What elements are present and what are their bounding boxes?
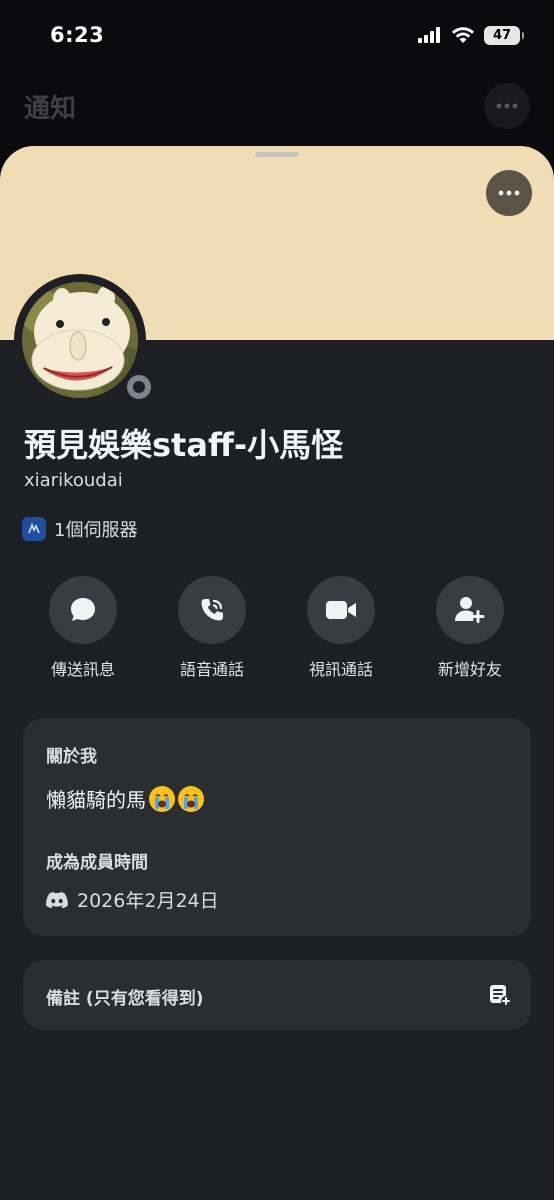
avatar-container[interactable]	[14, 274, 156, 406]
about-me-heading: 關於我	[46, 747, 97, 767]
profile-more-button[interactable]	[486, 170, 532, 216]
member-since-date: 2026年2月24日	[77, 890, 219, 912]
background-more-button[interactable]	[484, 83, 530, 129]
voice-call-circle[interactable]	[178, 576, 246, 644]
note-label: 備註 (只有您看得到)	[46, 989, 204, 1009]
add-friend-icon	[455, 597, 485, 623]
avatar	[22, 282, 138, 398]
discord-logo-icon	[46, 891, 68, 908]
battery-indicator: 47	[484, 25, 524, 45]
member-since-row: 2026年2月24日	[46, 886, 219, 913]
phone-call-icon	[201, 599, 223, 621]
chat-bubble-icon	[71, 598, 95, 621]
add-friend-circle[interactable]	[436, 576, 504, 644]
video-call-label: 視訊通話	[308, 660, 373, 679]
wifi-icon	[452, 27, 474, 43]
username[interactable]: xiarikoudai	[24, 470, 123, 491]
member-since-heading: 成為成員時間	[46, 853, 148, 873]
video-camera-icon	[326, 601, 356, 619]
send-message-circle[interactable]	[49, 576, 117, 644]
add-friend-button[interactable]: 新增好友	[415, 576, 525, 680]
add-friend-label: 新增好友	[437, 660, 502, 679]
more-dots-icon	[496, 103, 518, 109]
note-card[interactable]: 備註 (只有您看得到)	[23, 960, 531, 1030]
send-message-label: 傳送訊息	[50, 660, 115, 679]
video-call-circle[interactable]	[307, 576, 375, 644]
background-title: 通知	[24, 93, 77, 124]
status-icons: 47	[418, 25, 524, 45]
send-message-button[interactable]: 傳送訊息	[28, 576, 138, 680]
background-header: 通知	[0, 80, 554, 132]
voice-call-label: 語音通話	[179, 660, 244, 679]
cellular-signal-icon	[418, 27, 440, 43]
crying-face-emoji-icon	[178, 785, 204, 812]
more-dots-icon	[498, 190, 520, 196]
mutual-servers[interactable]: 1個伺服器	[22, 516, 137, 542]
server-icon	[22, 517, 46, 541]
battery-level: 47	[492, 27, 512, 43]
mutual-servers-label: 1個伺服器	[54, 520, 138, 541]
about-me-card: 關於我 懶貓騎的馬 成為成員時間 2026年2月24日	[23, 718, 531, 936]
video-call-button[interactable]: 視訊通話	[286, 576, 396, 680]
crying-face-emoji-icon	[149, 785, 175, 812]
about-me-text: 懶貓騎的馬	[46, 788, 146, 812]
offline-status-indicator	[122, 370, 156, 404]
add-note-icon[interactable]	[489, 984, 511, 1010]
about-me-text-row: 懶貓騎的馬	[46, 784, 204, 813]
drag-handle[interactable]	[255, 152, 299, 157]
voice-call-button[interactable]: 語音通話	[157, 576, 267, 680]
display-name: 預見娛樂staff-小馬怪	[24, 426, 344, 464]
action-row: 傳送訊息 語音通話 視訊通話 新增好友	[0, 576, 554, 680]
status-bar: 6:23 47	[0, 0, 554, 70]
status-time: 6:23	[50, 23, 105, 47]
profile-sheet: 預見娛樂staff-小馬怪 xiarikoudai 1個伺服器 傳送訊息 語音通…	[0, 146, 554, 1200]
